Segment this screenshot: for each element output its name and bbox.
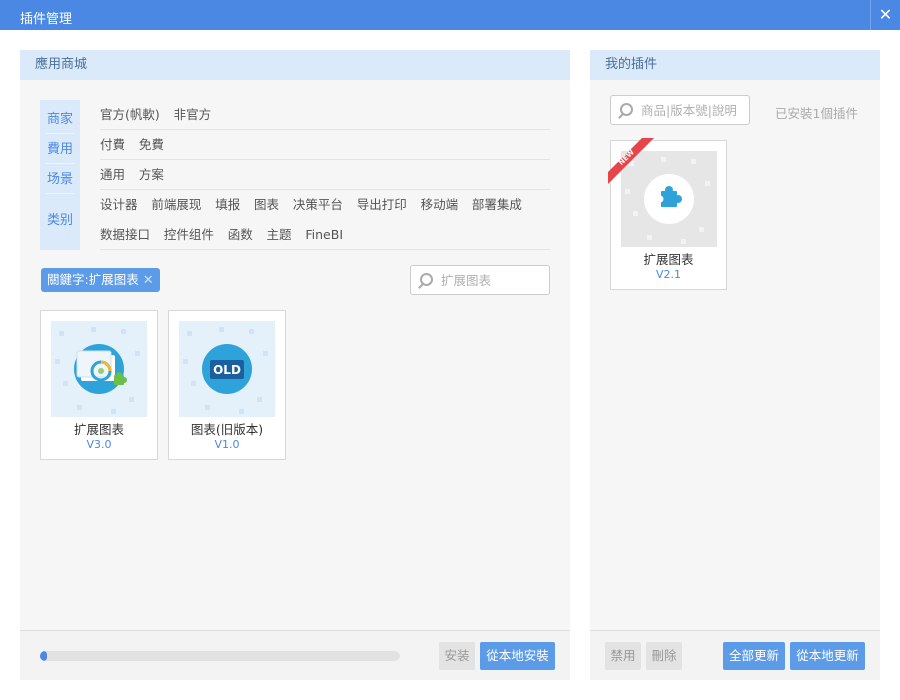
filter-category-vendor: 商家 <box>45 106 75 134</box>
window-title: 插件管理 <box>20 12 73 27</box>
filter-option-general[interactable]: 通用 <box>100 160 125 190</box>
filter-option-paid[interactable]: 付費 <box>100 130 125 160</box>
disable-button[interactable]: 禁用 <box>605 642 641 670</box>
filter-option-export[interactable]: 导出打印 <box>357 190 407 220</box>
plugin-name: 扩展图表 <box>643 252 694 267</box>
filter-row-vendor: 官方(帆軟) 非官方 <box>100 100 550 130</box>
update-all-button[interactable]: 全部更新 <box>723 642 785 670</box>
plugin-name: 扩展图表 <box>73 422 124 437</box>
my-plugins-header: 我的插件 <box>590 50 880 80</box>
filter-category-cost: 費用 <box>45 136 75 164</box>
my-plugins-panel: 我的插件 已安裝1個插件 NEW 扩展图表 <box>590 50 880 680</box>
plugin-card-chart-legacy[interactable]: OLD 图表(旧版本) V1.0 <box>168 310 286 460</box>
filter-categories: 商家 費用 场景 类别 <box>40 100 80 250</box>
filter-option-fill[interactable]: 填报 <box>215 190 240 220</box>
filter-option-widget[interactable]: 控件组件 <box>164 220 214 250</box>
filter-category-type: 类别 <box>46 213 73 228</box>
app-store-header: 應用商城 <box>20 50 570 80</box>
new-ribbon-icon: NEW <box>608 138 654 184</box>
filter-option-data-interface[interactable]: 数据接口 <box>100 220 150 250</box>
install-progress-bar <box>40 651 400 661</box>
filter-option-official[interactable]: 官方(帆軟) <box>100 100 160 130</box>
filter-option-deploy[interactable]: 部署集成 <box>472 190 522 220</box>
install-progress-fill <box>40 651 48 661</box>
keyword-chip-label: 關鍵字:扩展图表 <box>47 272 139 287</box>
my-plugins-footer: 禁用 刪除 全部更新 從本地更新 <box>590 630 880 680</box>
store-search-box <box>410 265 550 295</box>
plugin-version: V1.0 <box>214 438 240 451</box>
installed-count: 已安裝1個插件 <box>775 106 858 121</box>
my-plugins-search-input[interactable] <box>641 101 743 119</box>
search-icon <box>620 103 633 116</box>
app-store-panel: 應用商城 商家 費用 场景 类别 官方(帆軟) 非官方 付費 免費 通用 方案 … <box>20 50 570 680</box>
filter-option-solution[interactable]: 方案 <box>139 160 164 190</box>
filter-option-chart[interactable]: 图表 <box>254 190 279 220</box>
update-from-local-button[interactable]: 從本地更新 <box>790 642 865 670</box>
store-search-input[interactable] <box>441 271 543 289</box>
filter-option-function[interactable]: 函数 <box>228 220 253 250</box>
plugin-name: 图表(旧版本) <box>190 422 264 437</box>
store-footer: 安装 從本地安裝 <box>20 630 570 680</box>
filter-row-cost: 付費 免費 <box>100 130 550 160</box>
filter-option-frontend[interactable]: 前端展现 <box>151 190 201 220</box>
filter-option-free[interactable]: 免費 <box>139 130 164 160</box>
filter-option-mobile[interactable]: 移动端 <box>421 190 459 220</box>
delete-button[interactable]: 刪除 <box>646 642 682 670</box>
filter-option-designer[interactable]: 设计器 <box>100 190 138 220</box>
install-button[interactable]: 安装 <box>439 642 475 670</box>
plugin-version: V3.0 <box>86 438 112 451</box>
chart-plugin-icon <box>51 321 147 417</box>
title-bar: 插件管理 ✕ <box>0 0 900 30</box>
old-badge-icon: OLD <box>179 321 275 417</box>
search-icon <box>420 273 433 286</box>
chip-close-icon[interactable]: ✕ <box>143 273 154 288</box>
filter-option-finebi[interactable]: FineBI <box>305 220 343 250</box>
install-from-local-button[interactable]: 從本地安裝 <box>480 642 555 670</box>
plugin-card-chart-extension[interactable]: 扩展图表 V3.0 <box>40 310 158 460</box>
keyword-chip: 關鍵字:扩展图表 ✕ <box>41 268 160 292</box>
filter-option-platform[interactable]: 决策平台 <box>293 190 343 220</box>
filter-row-type: 设计器 前端展现 填报 图表 决策平台 导出打印 移动端 部署集成 数据接口 控… <box>100 190 550 250</box>
filter-category-scene: 场景 <box>45 166 75 194</box>
filter-option-unofficial[interactable]: 非官方 <box>174 100 212 130</box>
filter-option-theme[interactable]: 主题 <box>267 220 292 250</box>
plugin-version: V2.1 <box>655 268 682 281</box>
close-icon[interactable]: ✕ <box>870 0 900 30</box>
filter-row-scene: 通用 方案 <box>100 160 550 190</box>
my-plugin-card-chart-extension[interactable]: NEW 扩展图表 V2.1 <box>608 138 727 290</box>
old-badge-label: OLD <box>213 363 241 377</box>
my-plugins-search-box <box>610 95 750 125</box>
